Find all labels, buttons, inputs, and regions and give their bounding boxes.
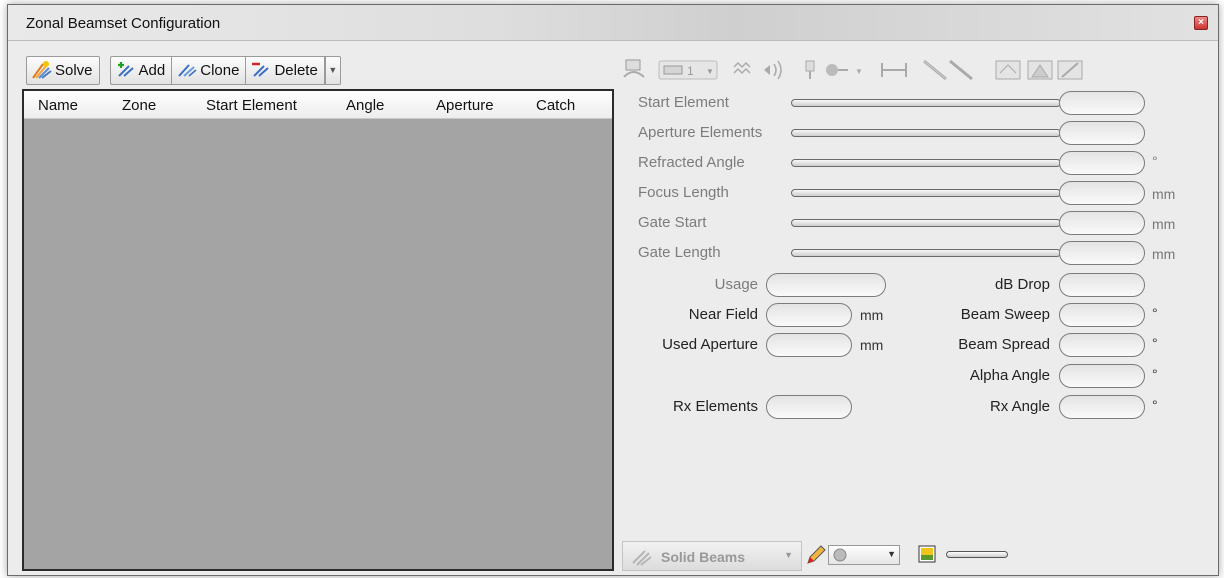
measure-icon[interactable]	[878, 57, 910, 83]
probe-view-icon[interactable]	[620, 57, 648, 83]
gate-length-slider[interactable]	[791, 249, 1061, 257]
gate-length-field[interactable]	[1059, 241, 1145, 265]
focus-length-field[interactable]	[1059, 181, 1145, 205]
start-element-label: Start Element	[638, 94, 729, 111]
beam-sweep-label: Beam Sweep	[960, 306, 1050, 323]
solve-icon	[31, 60, 53, 80]
gate-length-unit: mm	[1152, 246, 1176, 262]
beam-sweep-unit: °	[1152, 305, 1158, 321]
column-header-zone[interactable]: Zone	[122, 97, 156, 114]
beam-spread-unit: °	[1152, 335, 1158, 351]
pencil-icon[interactable]	[804, 543, 828, 570]
svg-text:▼: ▼	[706, 67, 714, 76]
title-bar: Zonal Beamset Configuration ×	[8, 5, 1218, 41]
gate-start-label: Gate Start	[638, 214, 707, 231]
chevron-down-icon: ▼	[328, 65, 338, 75]
beam-spread-field[interactable]	[1059, 333, 1145, 357]
column-header-catch[interactable]: Catch	[536, 97, 575, 114]
clone-label: Clone	[200, 61, 240, 79]
start-element-field[interactable]	[1059, 91, 1145, 115]
beam-sweep-field[interactable]	[1059, 303, 1145, 327]
edit-button-group: Add Clone Delete ▼	[109, 55, 341, 85]
focus-length-label: Focus Length	[638, 184, 729, 201]
column-header-angle[interactable]: Angle	[346, 97, 384, 114]
gate-start-slider[interactable]	[791, 219, 1061, 227]
add-label: Add	[138, 61, 166, 79]
element-count-selector[interactable]: 1 ▼	[658, 57, 720, 83]
delete-dropdown[interactable]: ▼	[324, 55, 341, 85]
rx-elements-field[interactable]	[766, 395, 852, 419]
display-mode-label: Solid Beams	[661, 549, 746, 565]
alpha-angle-label: Alpha Angle	[969, 367, 1050, 384]
solve-button[interactable]: Solve	[26, 55, 100, 85]
rx-angle-unit: °	[1152, 397, 1158, 413]
column-header-aperture[interactable]: Aperture	[436, 97, 494, 114]
column-header-start-element[interactable]: Start Element	[206, 97, 297, 114]
solid-beams-icon	[631, 547, 655, 570]
close-button[interactable]: ×	[1194, 16, 1208, 30]
close-icon: ×	[1198, 17, 1204, 28]
delete-button[interactable]: Delete	[245, 55, 325, 85]
beamset-table[interactable]: Name Zone Start Element Angle Aperture C…	[22, 89, 614, 571]
used-aperture-unit: mm	[860, 337, 884, 353]
near-field-unit: mm	[860, 307, 884, 323]
color-swatch-icon	[832, 548, 848, 565]
db-drop-label: dB Drop	[994, 276, 1050, 293]
aperture-elements-label: Aperture Elements	[638, 124, 763, 141]
beamset-toolbar: Solve Add Clone Delete ▼	[26, 53, 341, 87]
chevron-down-icon: ▼	[887, 549, 896, 559]
alpha-angle-field[interactable]	[1059, 364, 1145, 388]
clone-button[interactable]: Clone	[171, 55, 246, 85]
delete-label: Delete	[274, 61, 318, 79]
clone-icon	[176, 60, 198, 80]
start-element-slider[interactable]	[791, 99, 1061, 107]
used-aperture-field[interactable]	[766, 333, 852, 357]
rx-angle-field[interactable]	[1059, 395, 1145, 419]
table-header: Name Zone Start Element Angle Aperture C…	[24, 91, 612, 119]
probe-selector[interactable]: ▼	[800, 57, 868, 83]
gate-start-field[interactable]	[1059, 211, 1145, 235]
focus-length-slider[interactable]	[791, 189, 1061, 197]
rx-elements-label: Rx Elements	[672, 398, 758, 415]
display-bar: Solid Beams ▼ ▼	[622, 537, 1218, 573]
beam-spread-label: Beam Spread	[958, 336, 1050, 353]
opacity-icon	[918, 545, 938, 568]
add-button[interactable]: Add	[109, 55, 172, 85]
display-mode-dropdown[interactable]: Solid Beams ▼	[622, 541, 802, 571]
aperture-elements-field[interactable]	[1059, 121, 1145, 145]
element-count-text: 1	[687, 64, 694, 78]
focus-length-unit: mm	[1152, 186, 1176, 202]
gate-length-label: Gate Length	[638, 244, 721, 261]
usage-field[interactable]	[766, 273, 886, 297]
used-aperture-label: Used Aperture	[662, 336, 758, 353]
gate-start-unit: mm	[1152, 216, 1176, 232]
usage-label: Usage	[714, 276, 758, 293]
refracted-angle-field[interactable]	[1059, 151, 1145, 175]
color-selector[interactable]: ▼	[828, 545, 900, 565]
rx-angle-label: Rx Angle	[989, 398, 1050, 415]
opacity-slider[interactable]	[946, 551, 1008, 558]
beam-path-icon[interactable]	[920, 57, 980, 83]
display-options-icon[interactable]	[994, 57, 1086, 83]
svg-text:▼: ▼	[855, 67, 863, 76]
refracted-angle-label: Refracted Angle	[638, 154, 745, 171]
alpha-angle-unit: °	[1152, 366, 1158, 382]
refracted-angle-unit: °	[1152, 153, 1158, 169]
aperture-elements-slider[interactable]	[791, 129, 1061, 137]
solve-label: Solve	[55, 61, 93, 79]
zonal-beamset-window: Zonal Beamset Configuration × Solve Add …	[7, 4, 1219, 576]
waveform-icon[interactable]	[730, 57, 788, 83]
add-icon	[115, 60, 137, 80]
window-title: Zonal Beamset Configuration	[26, 15, 221, 32]
near-field-label: Near Field	[688, 306, 758, 323]
refracted-angle-slider[interactable]	[791, 159, 1061, 167]
db-drop-field[interactable]	[1059, 273, 1145, 297]
delete-icon	[250, 60, 272, 80]
near-field-field[interactable]	[766, 303, 852, 327]
column-header-name[interactable]: Name	[38, 97, 78, 114]
chevron-down-icon: ▼	[784, 550, 793, 560]
